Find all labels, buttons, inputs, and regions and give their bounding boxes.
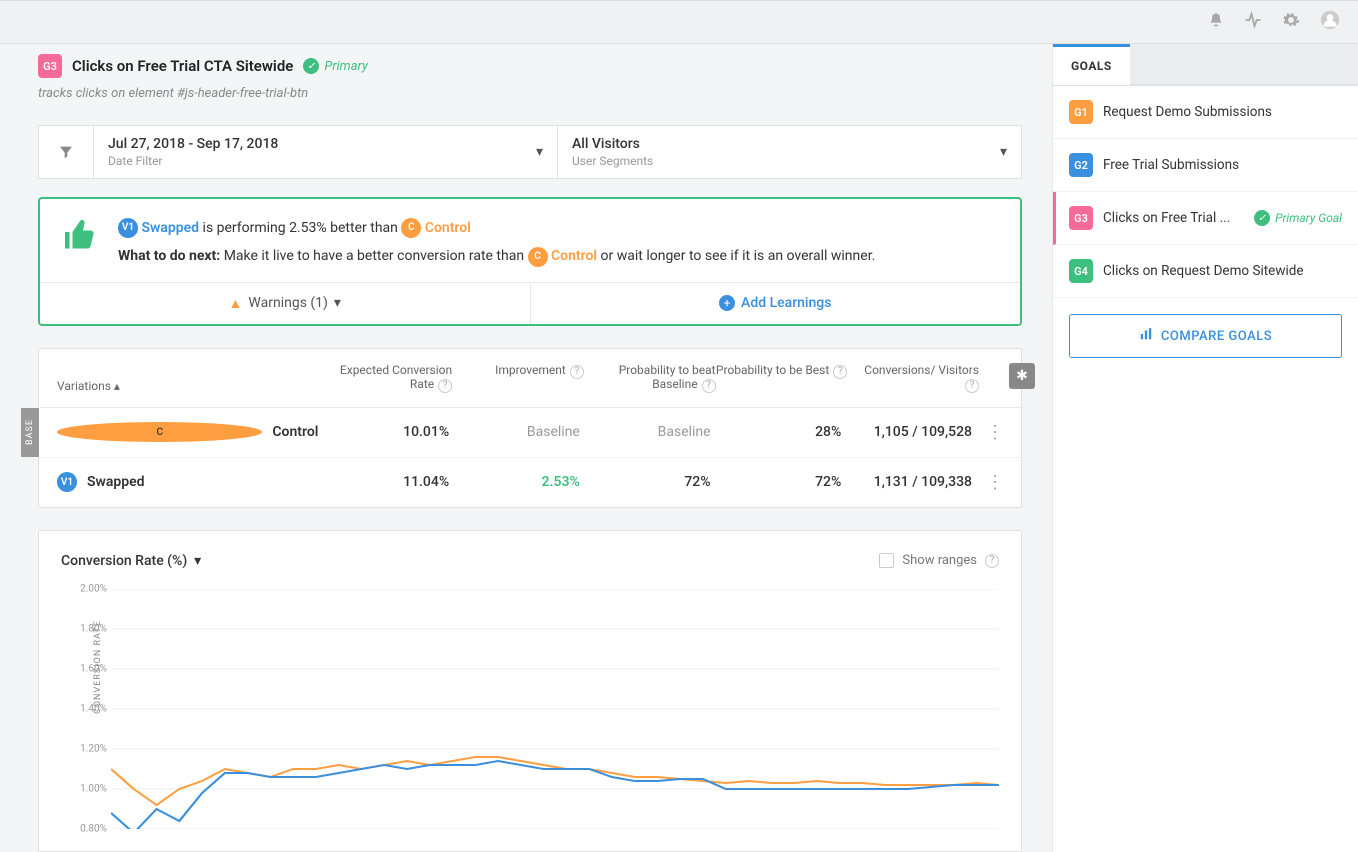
goal-badge: G3 (38, 54, 62, 78)
filter-icon[interactable] (38, 125, 94, 179)
user-icon[interactable] (1320, 10, 1340, 34)
topbar (0, 0, 1358, 44)
segment-value: All Visitors (572, 136, 653, 152)
table-header: Variations ▴ Expected Conversion Rate? I… (39, 349, 1021, 408)
main-area: G3 Clicks on Free Trial CTA Sitewide ✓ P… (0, 44, 1052, 852)
sidebar-goal-item[interactable]: G1 Request Demo Submissions (1053, 86, 1358, 139)
table-row: BASECControl10.01%BaselineBaseline28%1,1… (39, 408, 1021, 458)
filter-bar: Jul 27, 2018 - Sep 17, 2018 Date Filter … (38, 125, 1022, 179)
goal-header: G3 Clicks on Free Trial CTA Sitewide ✓ P… (38, 54, 1052, 86)
thumbs-up-icon (62, 217, 98, 268)
y-tick: 1.60% (61, 663, 107, 674)
y-tick: 2.00% (61, 583, 107, 594)
compare-goals-button[interactable]: COMPARE GOALS (1069, 314, 1342, 358)
sidebar-goal-item[interactable]: G3Clicks on Free Trial ...✓Primary Goal (1053, 192, 1358, 245)
goal-name: Clicks on Request Demo Sitewide (1103, 263, 1342, 279)
cell-prob-best: 72% (711, 474, 842, 490)
cell-ecr: 10.01% (318, 424, 449, 440)
chart-card: Conversion Rate (%) ▾ Show ranges ? CONV… (38, 530, 1022, 852)
cell-conv: 1,131 / 109,338 (841, 474, 972, 490)
goal-name: Free Trial Submissions (1103, 157, 1342, 173)
check-icon: ✓ (1254, 210, 1270, 226)
date-label: Date Filter (108, 154, 278, 168)
variations-table: ✱ Variations ▴ Expected Conversion Rate?… (38, 348, 1022, 508)
row-menu-button[interactable]: ⋮ (972, 422, 1003, 443)
goal-name: Request Demo Submissions (1103, 104, 1342, 120)
chart-area: CONVERSION RATE 2.00%1.80%1.60%1.40%1.20… (61, 589, 999, 829)
goals-list: G1 Request Demo Submissions G2 Free Trial S… (1053, 86, 1358, 298)
goal-badge: G3 (1069, 206, 1093, 230)
goal-badge: G2 (1069, 153, 1093, 177)
sidebar: GOALS G1 Request Demo Submissions G2 Free T… (1052, 44, 1358, 852)
date-value: Jul 27, 2018 - Sep 17, 2018 (108, 136, 278, 152)
variant-chip-control: C (528, 247, 548, 267)
gear-icon[interactable] (1282, 11, 1300, 33)
goal-subtitle: tracks clicks on element #js-header-free… (38, 86, 1052, 101)
segment-label: User Segments (572, 154, 653, 168)
segment-filter[interactable]: All Visitors User Segments ▾ (558, 125, 1022, 179)
checkbox-icon (879, 553, 894, 568)
col-prob-base[interactable]: Probability to beat Baseline? (584, 363, 716, 393)
sidebar-goal-item[interactable]: G4 Clicks on Request Demo Sitewide (1053, 245, 1358, 298)
date-filter[interactable]: Jul 27, 2018 - Sep 17, 2018 Date Filter … (94, 125, 558, 179)
cell-prob-base: 72% (580, 474, 711, 490)
chart-line-control (111, 757, 999, 805)
bar-chart-icon (1139, 327, 1153, 345)
primary-pill: ✓ Primary (303, 58, 368, 74)
goal-title: Clicks on Free Trial CTA Sitewide (72, 57, 293, 75)
plus-icon: + (719, 295, 735, 311)
check-icon: ✓ (303, 58, 319, 74)
variant-name: Swapped (87, 474, 145, 490)
variant-chip: V1 (57, 472, 77, 492)
warnings-button[interactable]: ▲ Warnings (1) ▾ (40, 283, 531, 324)
insight-text: V1 Swapped is performing 2.53% better th… (118, 217, 875, 268)
y-tick: 0.80% (61, 823, 107, 834)
cell-prob-base: Baseline (580, 424, 711, 440)
cell-improvement: Baseline (449, 424, 580, 440)
col-variations[interactable]: Variations ▴ (57, 363, 320, 393)
cell-conv: 1,105 / 109,528 (841, 424, 972, 440)
y-tick: 1.20% (61, 743, 107, 754)
cell-improvement: 2.53% (449, 474, 580, 490)
col-prob-best[interactable]: Probability to be Best? (716, 363, 848, 393)
sidebar-goal-item[interactable]: G2 Free Trial Submissions (1053, 139, 1358, 192)
line-chart (111, 589, 999, 829)
sidebar-tabs: GOALS (1053, 44, 1358, 86)
variant-chip-control: C (401, 218, 421, 238)
goal-name: Clicks on Free Trial ... (1103, 210, 1244, 226)
variant-name-swapped: Swapped (141, 220, 199, 236)
primary-label: Primary (324, 59, 368, 74)
y-tick: 1.80% (61, 623, 107, 634)
goal-badge: G1 (1069, 100, 1093, 124)
row-menu-button[interactable]: ⋮ (972, 472, 1003, 493)
col-conv[interactable]: Conversions/ Visitors? (847, 363, 979, 393)
col-ecr[interactable]: Expected Conversion Rate? (320, 363, 452, 393)
tab-goals[interactable]: GOALS (1053, 44, 1130, 85)
add-learnings-button[interactable]: + Add Learnings (531, 283, 1021, 324)
chart-line-swapped (111, 761, 999, 829)
activity-icon[interactable] (1244, 11, 1262, 33)
variant-name-control: Control (425, 220, 471, 236)
y-tick: 1.00% (61, 783, 107, 794)
variant-chip: C (57, 422, 262, 442)
insight-card: V1 Swapped is performing 2.53% better th… (38, 197, 1022, 326)
goal-badge: G4 (1069, 259, 1093, 283)
show-ranges-toggle[interactable]: Show ranges ? (879, 553, 999, 569)
warning-icon: ▲ (229, 295, 243, 312)
caret-down-icon: ▾ (536, 144, 543, 160)
col-improvement[interactable]: Improvement? (452, 363, 584, 393)
bell-icon[interactable] (1208, 12, 1224, 32)
caret-down-icon: ▾ (334, 295, 341, 311)
chart-title-dropdown[interactable]: Conversion Rate (%) ▾ (61, 553, 201, 569)
cell-prob-best: 28% (711, 424, 842, 440)
variant-name: Control (272, 424, 318, 440)
table-row: V1Swapped11.04%2.53%72%72%1,131 / 109,33… (39, 458, 1021, 507)
y-tick: 1.40% (61, 703, 107, 714)
variant-chip-v1: V1 (118, 218, 138, 238)
cell-ecr: 11.04% (318, 474, 449, 490)
table-settings-button[interactable]: ✱ (1009, 363, 1035, 389)
base-tag: BASE (21, 408, 39, 457)
caret-down-icon: ▾ (1000, 144, 1007, 160)
